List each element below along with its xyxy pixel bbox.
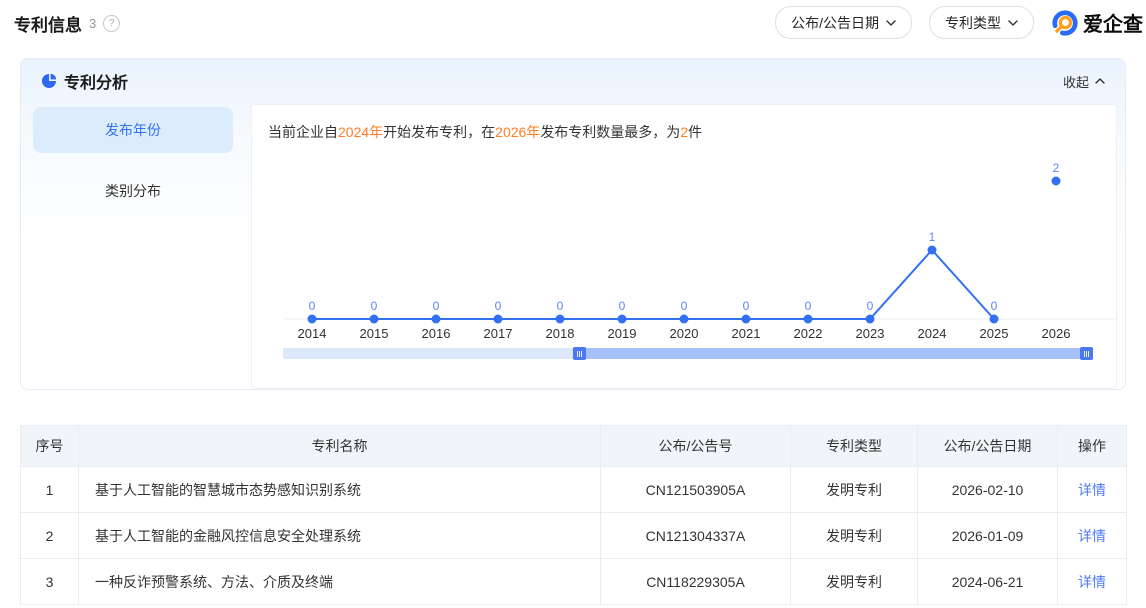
patent-table: 序号 专利名称 公布/公告号 专利类型 公布/公告日期 操作 1 基于人工智能的… xyxy=(20,425,1127,605)
chevron-down-icon xyxy=(886,20,896,26)
chart-value-label: 0 xyxy=(557,299,564,313)
chart-year-label: 2017 xyxy=(484,326,513,341)
chart-point[interactable] xyxy=(804,315,813,324)
chart-value-label: 0 xyxy=(433,299,440,313)
chart-year-label: 2020 xyxy=(670,326,699,341)
chart-value-label: 0 xyxy=(681,299,688,313)
chart-point[interactable] xyxy=(432,315,441,324)
chart-year-label: 2015 xyxy=(360,326,389,341)
chart-point[interactable] xyxy=(742,315,751,324)
chart-value-label: 0 xyxy=(495,299,502,313)
tab-publish-year[interactable]: 发布年份 xyxy=(33,107,233,153)
chart-point[interactable] xyxy=(556,315,565,324)
cell-publication-number: CN121304337A xyxy=(601,513,791,559)
col-patent-type: 专利类型 xyxy=(791,426,918,467)
table-row: 1 基于人工智能的智慧城市态势感知识别系统 CN121503905A 发明专利 … xyxy=(21,467,1127,513)
cell-index: 2 xyxy=(21,513,79,559)
chart-point[interactable] xyxy=(618,315,627,324)
detail-link[interactable]: 详情 xyxy=(1078,482,1106,498)
chart-value-label: 0 xyxy=(867,299,874,313)
cell-publication-date: 2024-06-21 xyxy=(918,559,1058,605)
table-row: 2 基于人工智能的金融风控信息安全处理系统 CN121304337A 发明专利 … xyxy=(21,513,1127,559)
cell-patent-name: 基于人工智能的智慧城市态势感知识别系统 xyxy=(79,467,601,513)
chart-value-label: 2 xyxy=(1053,161,1060,175)
filter-label: 公布/公告日期 xyxy=(791,13,879,33)
chart-scrollbar-left-handle[interactable] xyxy=(573,347,586,360)
chart-summary-text: 当前企业自2024年开始发布专利，在2026年发布专利数量最多，为2件 xyxy=(268,122,702,142)
chart-value-label: 0 xyxy=(371,299,378,313)
col-action: 操作 xyxy=(1058,426,1127,467)
tab-category-distribution[interactable]: 类别分布 xyxy=(33,168,233,214)
col-patent-name: 专利名称 xyxy=(79,426,601,467)
chart-year-label: 2026 xyxy=(1042,326,1071,341)
chart-value-label: 0 xyxy=(805,299,812,313)
table-row: 3 一种反诈预警系统、方法、介质及终端 CN118229305A 发明专利 20… xyxy=(21,559,1127,605)
collapse-button[interactable]: 收起 xyxy=(1063,72,1105,91)
cell-patent-name: 基于人工智能的金融风控信息安全处理系统 xyxy=(79,513,601,559)
chart-year-label: 2021 xyxy=(732,326,761,341)
page-header: 专利信息 3 ? xyxy=(14,11,120,36)
chart-point[interactable] xyxy=(370,315,379,324)
analysis-title: 专利分析 xyxy=(64,69,128,93)
cell-index: 1 xyxy=(21,467,79,513)
chart-year-label: 2022 xyxy=(794,326,823,341)
aiqicha-logo-icon xyxy=(1051,9,1079,37)
chart-value-label: 0 xyxy=(619,299,626,313)
chart-point[interactable] xyxy=(680,315,689,324)
col-publication-date: 公布/公告日期 xyxy=(918,426,1058,467)
col-index: 序号 xyxy=(21,426,79,467)
chart-value-label: 0 xyxy=(991,299,998,313)
page-title: 专利信息 xyxy=(14,11,82,36)
chart-scrollbar[interactable] xyxy=(283,348,1092,359)
analysis-tabs: 发布年份 类别分布 xyxy=(33,107,233,229)
chart-year-label: 2025 xyxy=(980,326,1009,341)
cell-patent-name: 一种反诈预警系统、方法、介质及终端 xyxy=(79,559,601,605)
cell-patent-type: 发明专利 xyxy=(791,467,918,513)
chart-scrollbar-right-handle[interactable] xyxy=(1080,347,1093,360)
chart-point[interactable] xyxy=(866,315,875,324)
help-icon[interactable]: ? xyxy=(103,15,120,32)
collapse-label: 收起 xyxy=(1063,72,1089,91)
chevron-up-icon xyxy=(1095,78,1105,84)
cell-index: 3 xyxy=(21,559,79,605)
detail-link[interactable]: 详情 xyxy=(1078,528,1106,544)
chart-value-label: 0 xyxy=(309,299,316,313)
brand-logo[interactable]: 爱企查 xyxy=(1051,8,1143,37)
patent-analysis-card: 专利分析 收起 发布年份 类别分布 当前企业自2024年开始发布专利，在2026… xyxy=(20,58,1126,390)
chevron-down-icon xyxy=(1008,20,1018,26)
cell-publication-number: CN121503905A xyxy=(601,467,791,513)
brand-name: 爱企查 xyxy=(1083,8,1143,37)
filter-label: 专利类型 xyxy=(945,13,1001,33)
patent-count-badge: 3 xyxy=(89,16,96,31)
chart-scrollbar-range[interactable] xyxy=(573,348,1093,359)
pie-chart-icon xyxy=(41,73,57,89)
chart-year-label: 2018 xyxy=(546,326,575,341)
chart-year-label: 2024 xyxy=(918,326,947,341)
chart-value-label: 1 xyxy=(929,230,936,244)
cell-publication-date: 2026-01-09 xyxy=(918,513,1058,559)
chart-point[interactable] xyxy=(1052,177,1061,186)
table-header-row: 序号 专利名称 公布/公告号 专利类型 公布/公告日期 操作 xyxy=(21,426,1127,467)
topbar-actions: 公布/公告日期 专利类型 爱企查 xyxy=(775,6,1143,39)
chart-value-label: 0 xyxy=(743,299,750,313)
analysis-card-header: 专利分析 收起 xyxy=(21,59,1125,103)
chart-point[interactable] xyxy=(928,246,937,255)
chart-point[interactable] xyxy=(308,315,317,324)
chart-point[interactable] xyxy=(990,315,999,324)
cell-patent-type: 发明专利 xyxy=(791,559,918,605)
patents-per-year-line-chart: 0 2014 0 2015 0 2016 0 2017 0 2018 0 2019 0 2020 0 2021… xyxy=(252,162,1118,352)
cell-publication-number: CN118229305A xyxy=(601,559,791,605)
chart-year-label: 2014 xyxy=(298,326,327,341)
chart-year-label: 2023 xyxy=(856,326,885,341)
col-publication-number: 公布/公告号 xyxy=(601,426,791,467)
chart-point[interactable] xyxy=(494,315,503,324)
filter-patent-type-dropdown[interactable]: 专利类型 xyxy=(929,6,1034,39)
detail-link[interactable]: 详情 xyxy=(1078,574,1106,590)
chart-year-label: 2019 xyxy=(608,326,637,341)
filter-publication-date-dropdown[interactable]: 公布/公告日期 xyxy=(775,6,912,39)
chart-panel: 当前企业自2024年开始发布专利，在2026年发布专利数量最多，为2件 0201… xyxy=(251,104,1117,389)
cell-patent-type: 发明专利 xyxy=(791,513,918,559)
chart-year-label: 2016 xyxy=(422,326,451,341)
cell-publication-date: 2026-02-10 xyxy=(918,467,1058,513)
